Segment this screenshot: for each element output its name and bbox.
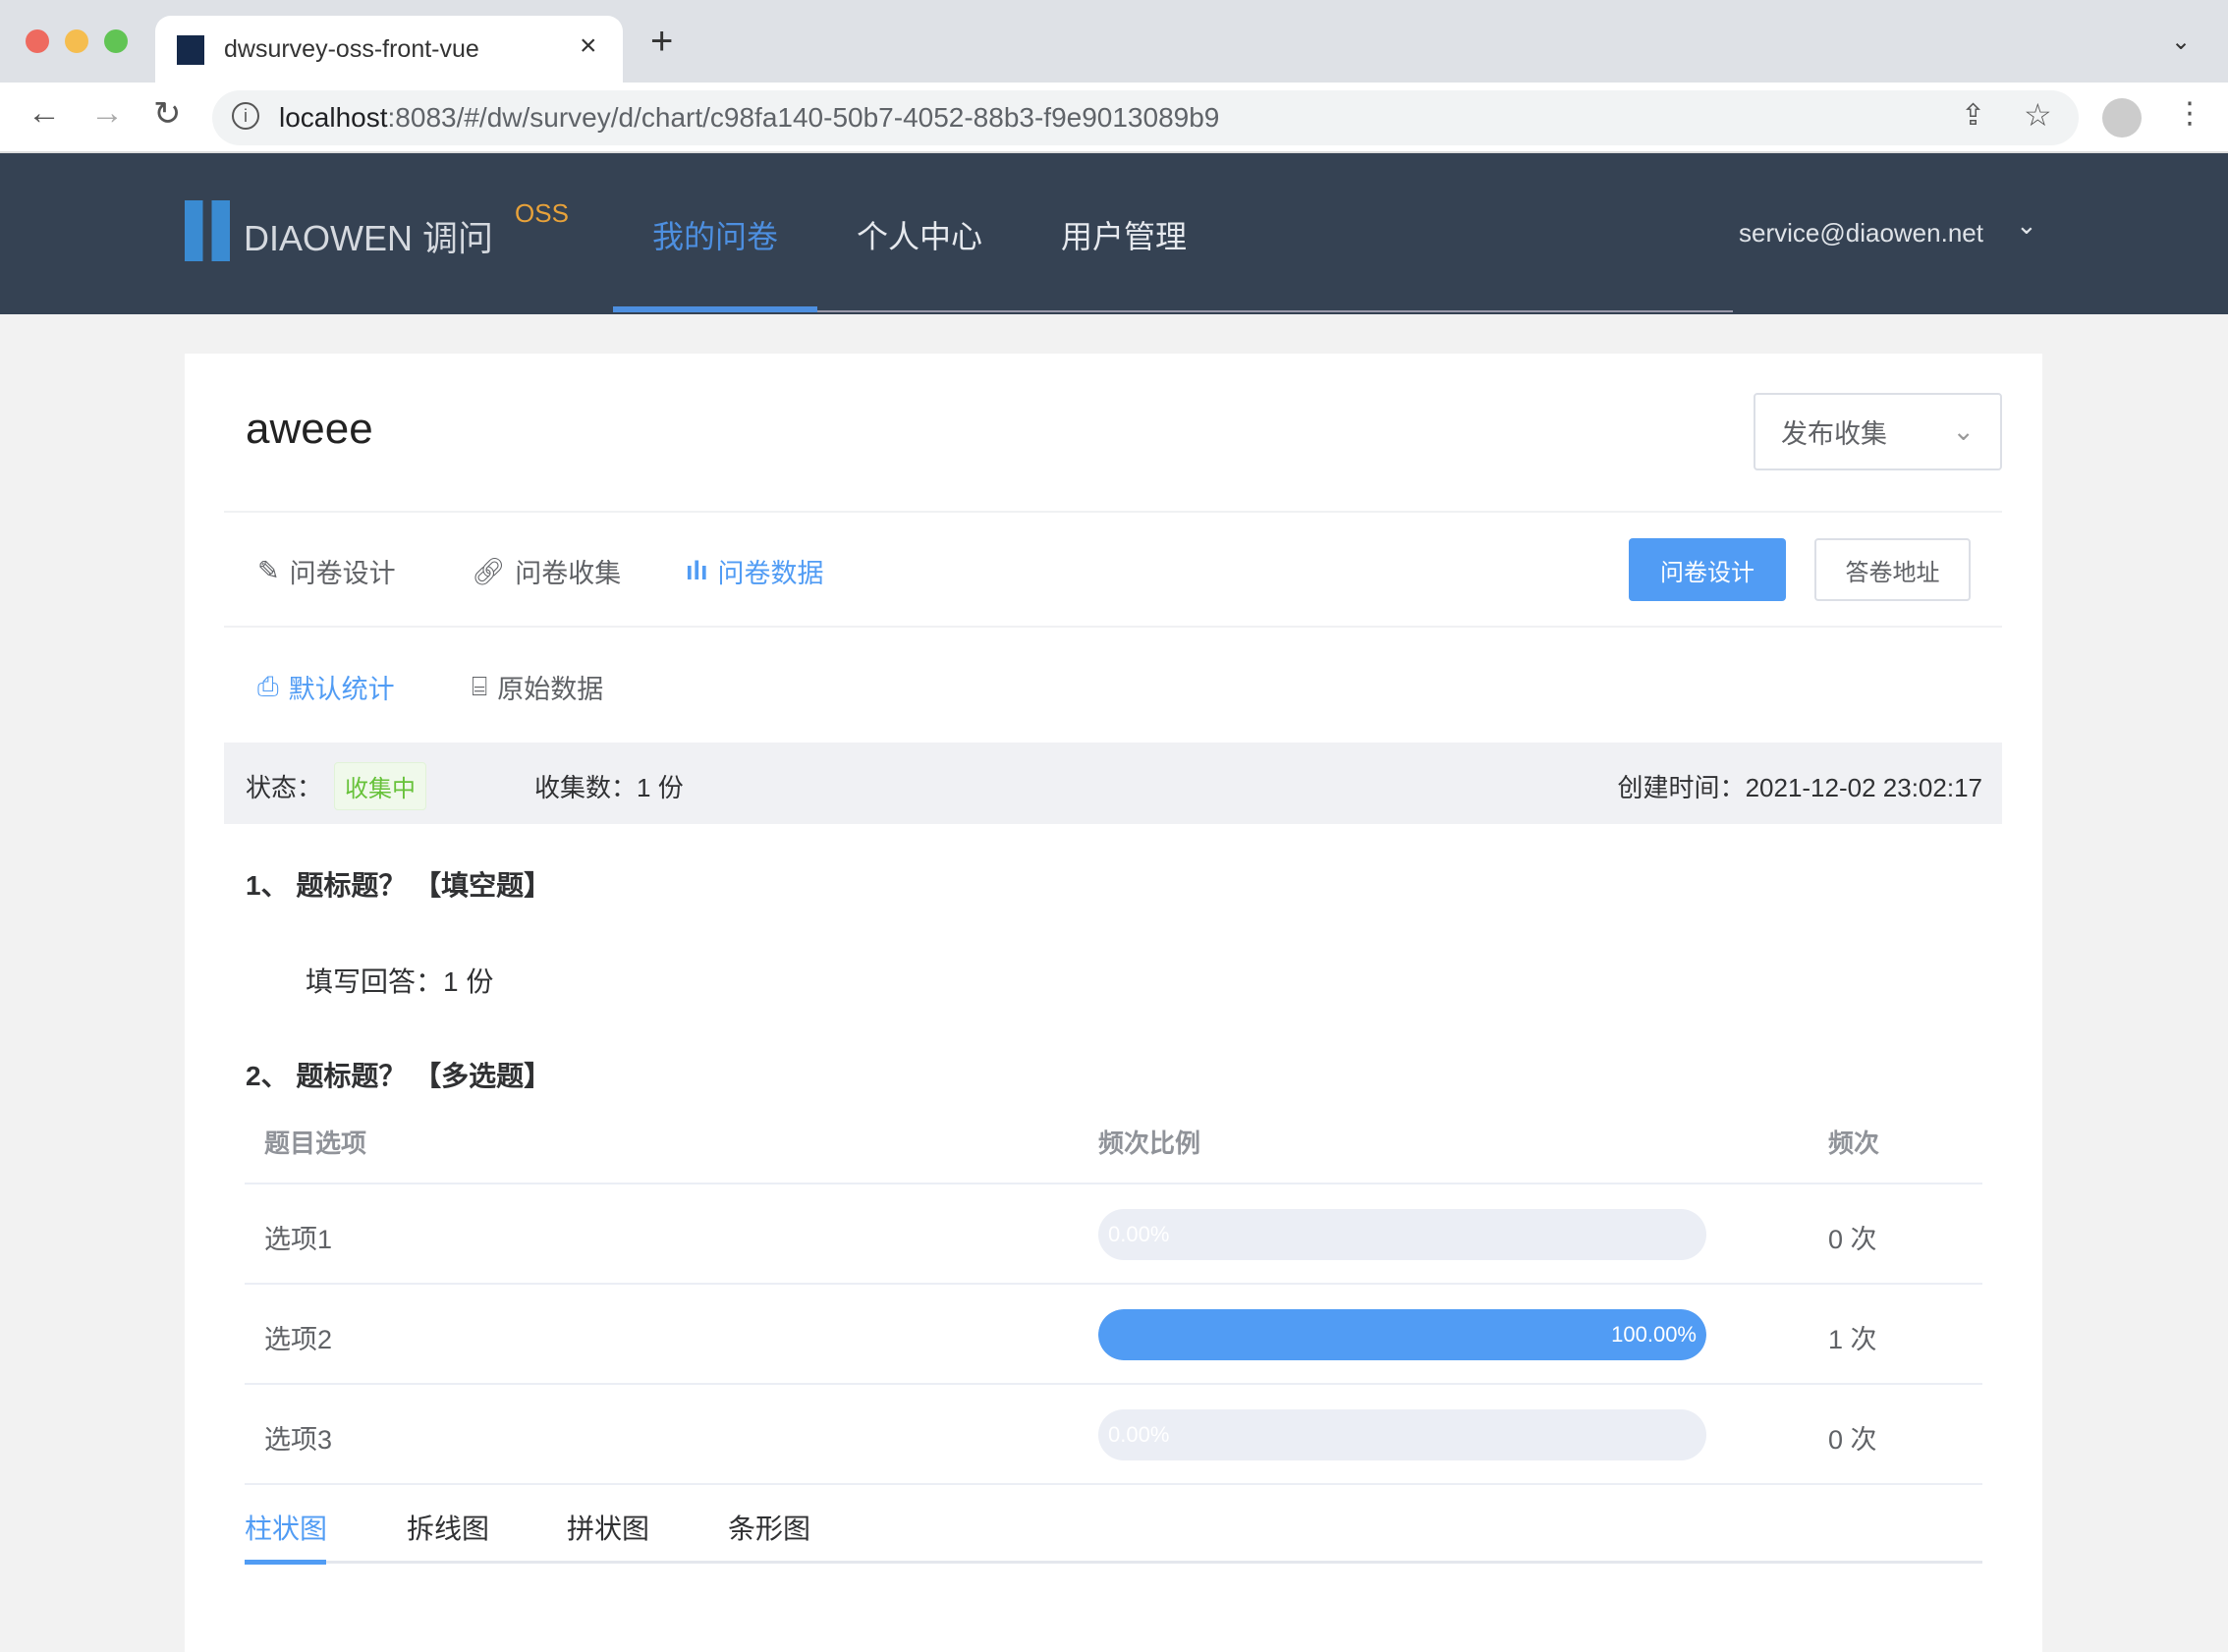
subtab-raw-data[interactable]: ⌸ 原始数据 [472, 668, 603, 706]
top-nav: DIAOWEN 调问 OSS 我的问卷 个人中心 用户管理 service@di… [0, 153, 2228, 314]
created-label: 创建时间： [1617, 773, 1746, 802]
edit-icon: ✎ [257, 556, 280, 585]
tab-label: 问卷收集 [515, 559, 622, 588]
menu-kebab-icon[interactable]: ⋮ [2175, 96, 2204, 131]
nav-underline [817, 310, 1733, 312]
tab-collect[interactable]: 🔗︎ 问卷收集 [472, 552, 621, 590]
chevron-down-icon[interactable]: ⌄ [2171, 28, 2191, 56]
minimize-window-button[interactable] [65, 29, 88, 53]
favicon-icon [177, 35, 204, 65]
design-button[interactable]: 问卷设计 [1629, 538, 1786, 601]
chevron-down-icon: ⌄ [1952, 416, 1975, 446]
column-header: 频次 [1828, 1129, 1880, 1158]
chart-tab-line[interactable]: 拆线图 [407, 1508, 489, 1547]
chart-tab-bar[interactable]: 柱状图 [245, 1508, 327, 1547]
user-menu[interactable]: service@diaowen.net [1739, 218, 1983, 248]
question-1-title: 1、 题标题？ 【填空题】 [246, 870, 552, 901]
browser-tab-bar: dwsurvey-oss-front-vue × + ⌄ [0, 0, 2228, 83]
address-bar-row: ← → ↻ i localhost:8083/#/dw/survey/d/cha… [0, 83, 2228, 153]
survey-title: aweee [246, 405, 373, 453]
close-tab-icon[interactable]: × [580, 29, 597, 63]
chart-tab-horizontal-bar[interactable]: 条形图 [728, 1508, 810, 1547]
nav-personal-center[interactable]: 个人中心 [857, 212, 982, 257]
subtab-label: 默认统计 [288, 675, 395, 704]
option-label: 选项1 [264, 1225, 333, 1254]
publish-label: 发布收集 [1781, 419, 1887, 449]
progress-fill: 100.00% [1098, 1309, 1706, 1360]
question-2-title: 2、 题标题？ 【多选题】 [246, 1061, 552, 1091]
nav-my-surveys[interactable]: 我的问卷 [652, 212, 778, 257]
answer-value: 1 份 [443, 966, 494, 997]
close-window-button[interactable] [26, 29, 49, 53]
browser-tab[interactable]: dwsurvey-oss-front-vue × [155, 16, 623, 83]
tab-label: 问卷数据 [717, 559, 824, 588]
created-value: 2021-12-02 23:02:17 [1745, 773, 1982, 802]
divider [224, 511, 2002, 513]
status-label: 状态： [246, 773, 323, 802]
progress-label: 0.00% [1108, 1422, 1170, 1447]
option-label: 选项3 [264, 1425, 333, 1455]
subtab-default-stats[interactable]: ⎙ 默认统计 [257, 668, 395, 706]
reload-icon[interactable]: ↻ [153, 94, 182, 134]
forward-icon[interactable]: → [90, 94, 124, 133]
count-value: 1 份 [637, 773, 684, 802]
inbox-icon: ⌸ [472, 671, 488, 701]
chart-tab-active-indicator [245, 1560, 326, 1565]
subtab-label: 原始数据 [497, 675, 604, 704]
url-host: localhost [279, 102, 388, 133]
progress-label: 0.00% [1108, 1222, 1170, 1246]
url-path: :8083/#/dw/survey/d/chart/c98fa140-50b7-… [387, 102, 1220, 133]
count-value: 0 次 [1828, 1425, 1877, 1455]
progress-bar: 0.00% [1098, 1209, 1706, 1260]
tab-label: 问卷设计 [289, 559, 396, 588]
count-value: 1 次 [1828, 1325, 1877, 1354]
column-header: 题目选项 [264, 1129, 367, 1158]
url-input[interactable]: i localhost:8083/#/dw/survey/d/chart/c98… [212, 90, 2079, 145]
table-header: 题目选项 频次比例 频次 [245, 1110, 1982, 1184]
profile-avatar[interactable] [2102, 98, 2142, 138]
nav-active-indicator [613, 306, 817, 312]
maximize-window-button[interactable] [104, 29, 128, 53]
chart-tab-pie[interactable]: 拼状图 [567, 1508, 649, 1547]
progress-bar: 100.00% [1098, 1309, 1706, 1360]
tab-title: dwsurvey-oss-front-vue [224, 35, 479, 63]
link-icon: 🔗︎ [472, 556, 506, 586]
progress-bar: 0.00% [1098, 1409, 1706, 1460]
count-value: 0 次 [1828, 1225, 1877, 1254]
answer-url-button[interactable]: 答卷地址 [1814, 538, 1971, 601]
tab-data[interactable]: ılı 问卷数据 [686, 552, 824, 590]
status-badge: 收集中 [334, 762, 426, 810]
share-icon[interactable]: ⇪ [1961, 98, 1985, 133]
chevron-down-icon[interactable]: ⌄ [2016, 210, 2037, 241]
count-label: 收集数： [534, 773, 638, 802]
table-row: 选项2 100.00% 1 次 [245, 1285, 1982, 1385]
table-row: 选项1 0.00% 0 次 [245, 1184, 1982, 1285]
chart-tabs-underline [245, 1561, 1982, 1564]
nav-user-management[interactable]: 用户管理 [1061, 212, 1187, 257]
back-icon[interactable]: ← [28, 94, 61, 133]
option-label: 选项2 [264, 1325, 333, 1354]
logo-badge: OSS [515, 198, 569, 228]
badge-icon: ⎙ [257, 671, 279, 701]
logo-icon [185, 200, 230, 261]
table-row: 选项3 0.00% 0 次 [245, 1385, 1982, 1485]
status-bar: 状态： 收集中 收集数：1 份 创建时间：2021-12-02 23:02:17 [224, 743, 2002, 824]
tab-design[interactable]: ✎ 问卷设计 [257, 552, 396, 590]
logo-text: DIAOWEN 调问 [244, 218, 494, 258]
info-icon[interactable]: i [232, 102, 259, 130]
new-tab-icon[interactable]: + [650, 22, 673, 61]
bar-chart-icon: ılı [686, 556, 708, 585]
bookmark-star-icon[interactable]: ☆ [2024, 96, 2052, 134]
column-header: 频次比例 [1098, 1129, 1201, 1158]
divider [224, 626, 2002, 628]
publish-dropdown[interactable]: 发布收集 ⌄ [1754, 393, 2002, 470]
answer-label: 填写回答： [306, 966, 444, 997]
